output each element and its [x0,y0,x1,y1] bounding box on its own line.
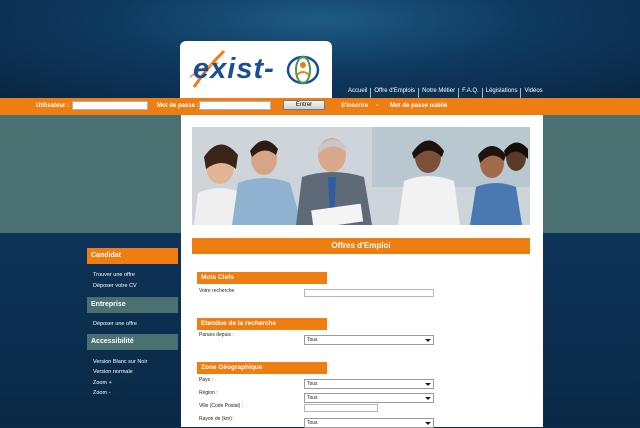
nav-videos[interactable]: Vidéos [520,88,545,98]
page-title: Offres d'Emploi [192,238,530,254]
nav-offres-emplois[interactable]: Offre d'Emplois [370,88,418,98]
sidebar-candidat-heading: Candidat [87,248,178,264]
team-photo [192,127,530,225]
radius-label: Rayon de (km) : [199,416,235,422]
sidebar-link-find-offer[interactable]: Trouver une offre [93,272,135,278]
range-heading: Etendue de la recherche [197,318,327,330]
chevron-down-icon [425,383,431,386]
chevron-down-icon [425,397,431,400]
region-label: Région : [199,390,218,396]
username-label: Utilisateur : [36,103,70,109]
top-navigation: Accueil Offre d'Emplois Notre Métier F.A… [346,88,546,98]
country-value: Tous [307,381,318,387]
login-separator: - [376,103,378,109]
sidebar-link-normal-version[interactable]: Version normale [93,369,133,375]
city-input[interactable] [304,404,378,412]
nav-notre-metier[interactable]: Notre Métier [418,88,458,98]
password-input[interactable] [199,101,271,110]
password-label: Mot de passe : [157,103,199,109]
region-value: Tous [307,395,318,401]
posted-since-select[interactable]: Tous [304,335,434,345]
nav-accueil[interactable]: Accueil [346,88,370,98]
chevron-down-icon [425,339,431,342]
region-select[interactable]: Tous [304,393,434,403]
sidebar-link-submit-cv[interactable]: Déposer votre CV [93,283,137,289]
logo-text: exist- [193,53,275,85]
country-select[interactable]: Tous [304,379,434,389]
username-input[interactable] [72,101,148,110]
login-submit-button[interactable]: Entrer [283,100,325,110]
nav-faq[interactable]: F.A.Q. [458,88,482,98]
keywords-heading: Mots Clefs [197,272,327,284]
radius-value: Tous [307,420,318,426]
register-link[interactable]: S'inscrire [341,103,368,109]
login-bar: Utilisateur : Mot de passe : Entrer S'in… [0,98,640,115]
sidebar-link-zoom-in[interactable]: Zoom + [93,380,112,386]
posted-since-label: Parues depuis : [199,332,234,338]
posted-since-value: Tous [307,337,318,343]
search-label: Votre recherche [199,288,235,294]
sidebar-link-high-contrast[interactable]: Version Blanc sur Noir [93,359,147,365]
geo-heading: Zone Géographique [197,362,327,374]
nav-legislations[interactable]: Législations [481,88,521,98]
city-label: Ville (Code Postal) : [199,403,244,409]
forgot-password-link[interactable]: Mot de passe oublié [390,103,447,109]
search-input[interactable] [304,289,434,297]
sidebar-link-zoom-out[interactable]: Zoom - [93,390,110,396]
logo[interactable]: exist- [180,41,332,98]
globe-icon [286,55,320,85]
sidebar-link-post-offer[interactable]: Déposer une offre [93,321,137,327]
chevron-down-icon [425,422,431,425]
sidebar-accessibility-heading: Accessibilité [87,334,178,350]
sidebar-entreprise-heading: Entreprise [87,297,178,313]
country-label: Pays : [199,377,213,383]
